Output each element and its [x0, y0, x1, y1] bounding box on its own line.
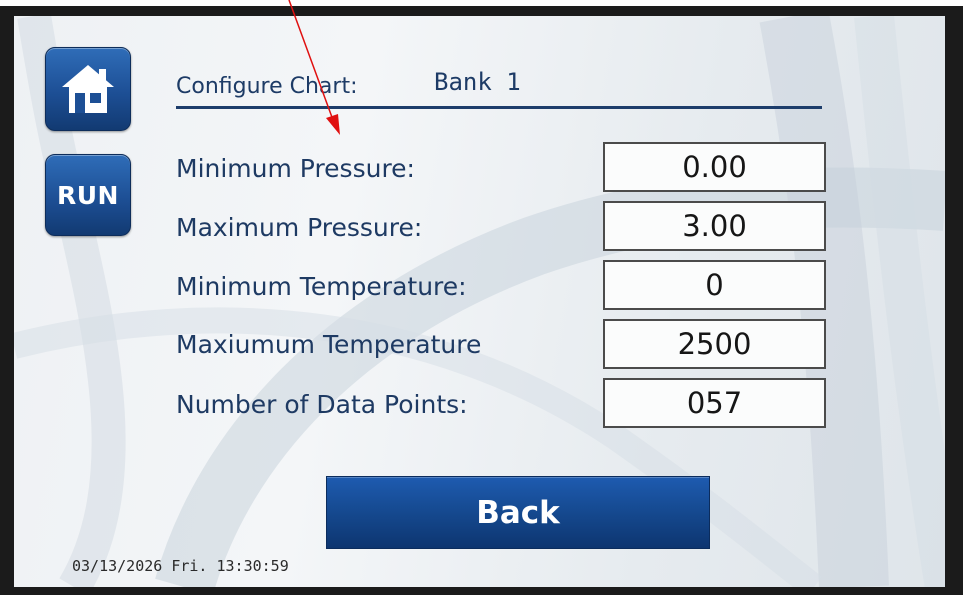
- page-header: Configure Chart: Bank 1: [176, 62, 822, 109]
- min-pressure-label: Minimum Pressure:: [176, 154, 415, 183]
- bank-name: Bank 1: [434, 68, 521, 96]
- max-temperature-field[interactable]: 2500: [603, 319, 826, 369]
- data-points-field[interactable]: 057: [603, 378, 826, 428]
- max-temperature-label: Maxiumum Temperature: [176, 330, 482, 359]
- back-button[interactable]: Back: [326, 476, 710, 549]
- home-button[interactable]: [45, 47, 131, 131]
- min-temperature-label: Minimum Temperature:: [176, 272, 467, 301]
- min-pressure-field[interactable]: 0.00: [603, 142, 826, 192]
- min-temperature-field[interactable]: 0: [603, 260, 826, 310]
- status-datetime: 03/13/2026 Fri. 13:30:59: [72, 557, 289, 575]
- page-title: Configure Chart:: [176, 74, 358, 99]
- data-points-label: Number of Data Points:: [176, 390, 468, 419]
- home-icon: [62, 65, 114, 113]
- run-button-label: RUN: [57, 181, 119, 210]
- max-pressure-field[interactable]: 3.00: [603, 201, 826, 251]
- hmi-screen: RUN Configure Chart: Bank 1 Minimum Pres…: [14, 16, 945, 587]
- run-button[interactable]: RUN: [45, 154, 131, 236]
- max-pressure-label: Maximum Pressure:: [176, 213, 423, 242]
